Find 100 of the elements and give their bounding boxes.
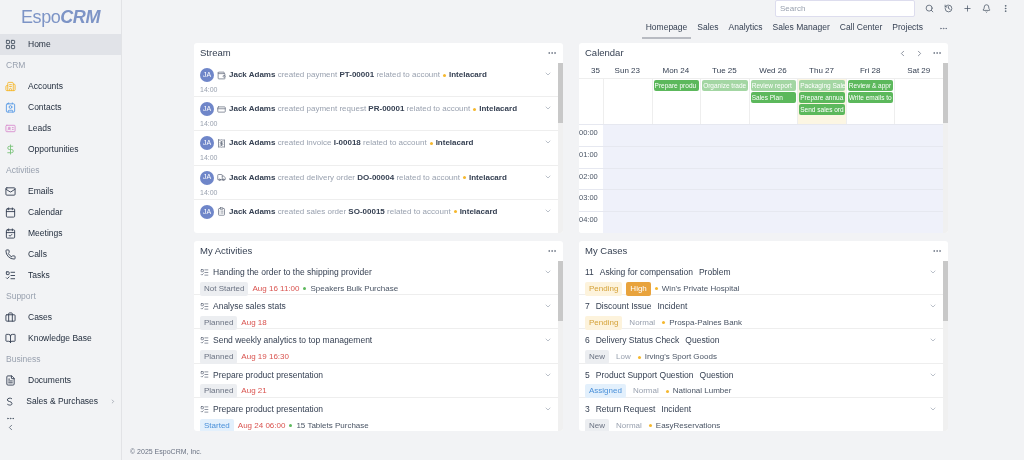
plus-icon[interactable] [963,4,972,13]
account-link[interactable]: Intelacard [449,69,487,81]
dashboard-tab[interactable]: Homepage [641,17,692,39]
scrollbar-thumb[interactable] [558,261,563,321]
caret-icon[interactable] [544,268,552,276]
task-link[interactable]: Prepare product presentation [213,368,324,382]
document-icon [5,375,16,386]
nav-item[interactable]: Knowledge Base [0,328,121,349]
dashboard-tab[interactable]: Sales [693,17,723,39]
status-badge: Pending [585,281,623,296]
status-badge: Assigned [585,384,626,399]
account-link[interactable]: Intelacard [479,103,517,116]
case-number: 7 [585,300,590,313]
calendar-icon [5,207,16,218]
due-date: Aug 19 16:30 [241,351,289,364]
nav-item[interactable]: Meetings [0,223,121,244]
account-link[interactable]: Prospa-Palnes Bank [669,316,743,329]
nav-item[interactable]: Leads [0,118,121,139]
stream-text: Jack Adams created invoice I-00018 related to account [229,137,427,150]
dashboard-tab[interactable]: Sales Manager [768,17,834,39]
dashboard-tab[interactable]: Projects [888,17,927,39]
case-type: Incident [657,300,688,313]
related-link[interactable]: 15 Tablets Purchase [296,419,369,431]
panel-title: My Activities [200,243,254,258]
case-link[interactable]: Product Support Question [595,368,694,382]
scrollbar-thumb[interactable] [943,261,948,321]
menu-icon[interactable] [1001,4,1010,13]
stream-text: Jack Adams created payment request PR-00001 related to account [229,103,471,116]
nav-group-label: CRM [6,59,26,72]
task-link[interactable]: Prepare product presentation [213,402,324,416]
day-header: Thu 27 [808,65,835,77]
card-icon [217,104,226,114]
panel-title: My Cases [585,243,629,258]
dashboard-tab[interactable]: Analytics [724,17,767,39]
time-slot-row[interactable] [603,146,943,168]
time-slot-row[interactable] [603,212,943,233]
checklist-icon [200,302,209,312]
case-link[interactable]: Discount Issue [595,300,652,313]
task-link[interactable]: Handing the order to the shipping provider [213,266,372,279]
time-slot-row[interactable] [603,190,943,212]
collapse-icon[interactable] [6,423,15,432]
case-link[interactable]: Delivery Status Check [595,334,680,348]
nav-item[interactable]: Contacts [0,97,121,118]
status-badge: Planned [200,315,238,330]
panel-title: Stream [200,45,232,60]
case-link[interactable]: Asking for compensation [599,266,693,279]
status-badge: New [585,418,609,431]
status-badge: Planned [200,350,238,365]
nav-item[interactable]: Sales & Purchases [0,391,121,412]
account-link[interactable]: Intelacard [469,171,507,184]
related-link[interactable]: Speakers Bulk Purchase [310,282,399,295]
task-link[interactable]: Analyse sales stats [213,300,286,313]
nav-item[interactable]: Emails [0,181,121,202]
priority-text: Normal [615,419,643,431]
search-field[interactable]: Search [775,0,915,17]
status-badge: Pending [585,315,623,330]
book-icon [5,333,16,344]
priority-text: Low [615,351,632,364]
nav-item[interactable]: Documents [0,370,121,391]
bell-icon[interactable] [982,4,991,13]
caret-icon[interactable] [544,70,552,78]
account-link[interactable]: Intelacard [435,137,474,150]
dashboard-tab[interactable]: Call Center [835,17,887,39]
nav-item[interactable]: Calls [0,244,121,265]
caret-icon[interactable] [929,268,937,276]
account-link[interactable]: Win's Private Hospital [661,282,740,295]
next-icon[interactable] [915,48,924,58]
due-date: Aug 16 11:00 [252,282,300,295]
scrollbar-thumb[interactable] [943,63,948,123]
checklist-icon [200,370,209,380]
briefcase-icon [5,312,16,323]
nav-item[interactable]: Opportunities [0,139,121,160]
due-date: Aug 24 06:00 [237,419,286,431]
account-link[interactable]: Irving's Sport Goods [644,351,717,364]
nav-item[interactable]: Accounts [0,76,121,97]
checklist-icon [200,404,209,414]
history-icon[interactable] [944,4,953,13]
nav-item[interactable]: Cases [0,307,121,328]
nav-item[interactable]: Calendar [0,202,121,223]
stream-text: Jack Adams created sales order SO-00015 related to account [229,205,451,218]
time-slot-row[interactable] [603,168,943,190]
account-link[interactable]: National Lumber [672,385,732,398]
task-link[interactable]: Send weekly analytics to top management [213,334,373,348]
day-header: Sun 23 [613,65,641,77]
account-link[interactable]: EasyReservations [655,419,721,431]
nav-item[interactable]: Tasks [0,265,121,286]
dollar-icon [5,144,16,155]
case-link[interactable]: Return Request [595,402,656,416]
scrollbar-thumb[interactable] [558,63,563,123]
case-type: Question [685,334,720,348]
nav-group-label: Activities [6,164,40,177]
wallet-icon [217,70,226,80]
nav-group-label: Business [6,353,41,366]
previous-icon[interactable] [898,48,907,58]
nav-item[interactable]: Home [0,34,121,55]
more-icon[interactable] [6,414,15,423]
id-card-icon [5,123,16,134]
account-link[interactable]: Intelacard [459,205,498,218]
time-slot-row[interactable] [603,125,943,146]
search-icon[interactable] [925,4,934,13]
